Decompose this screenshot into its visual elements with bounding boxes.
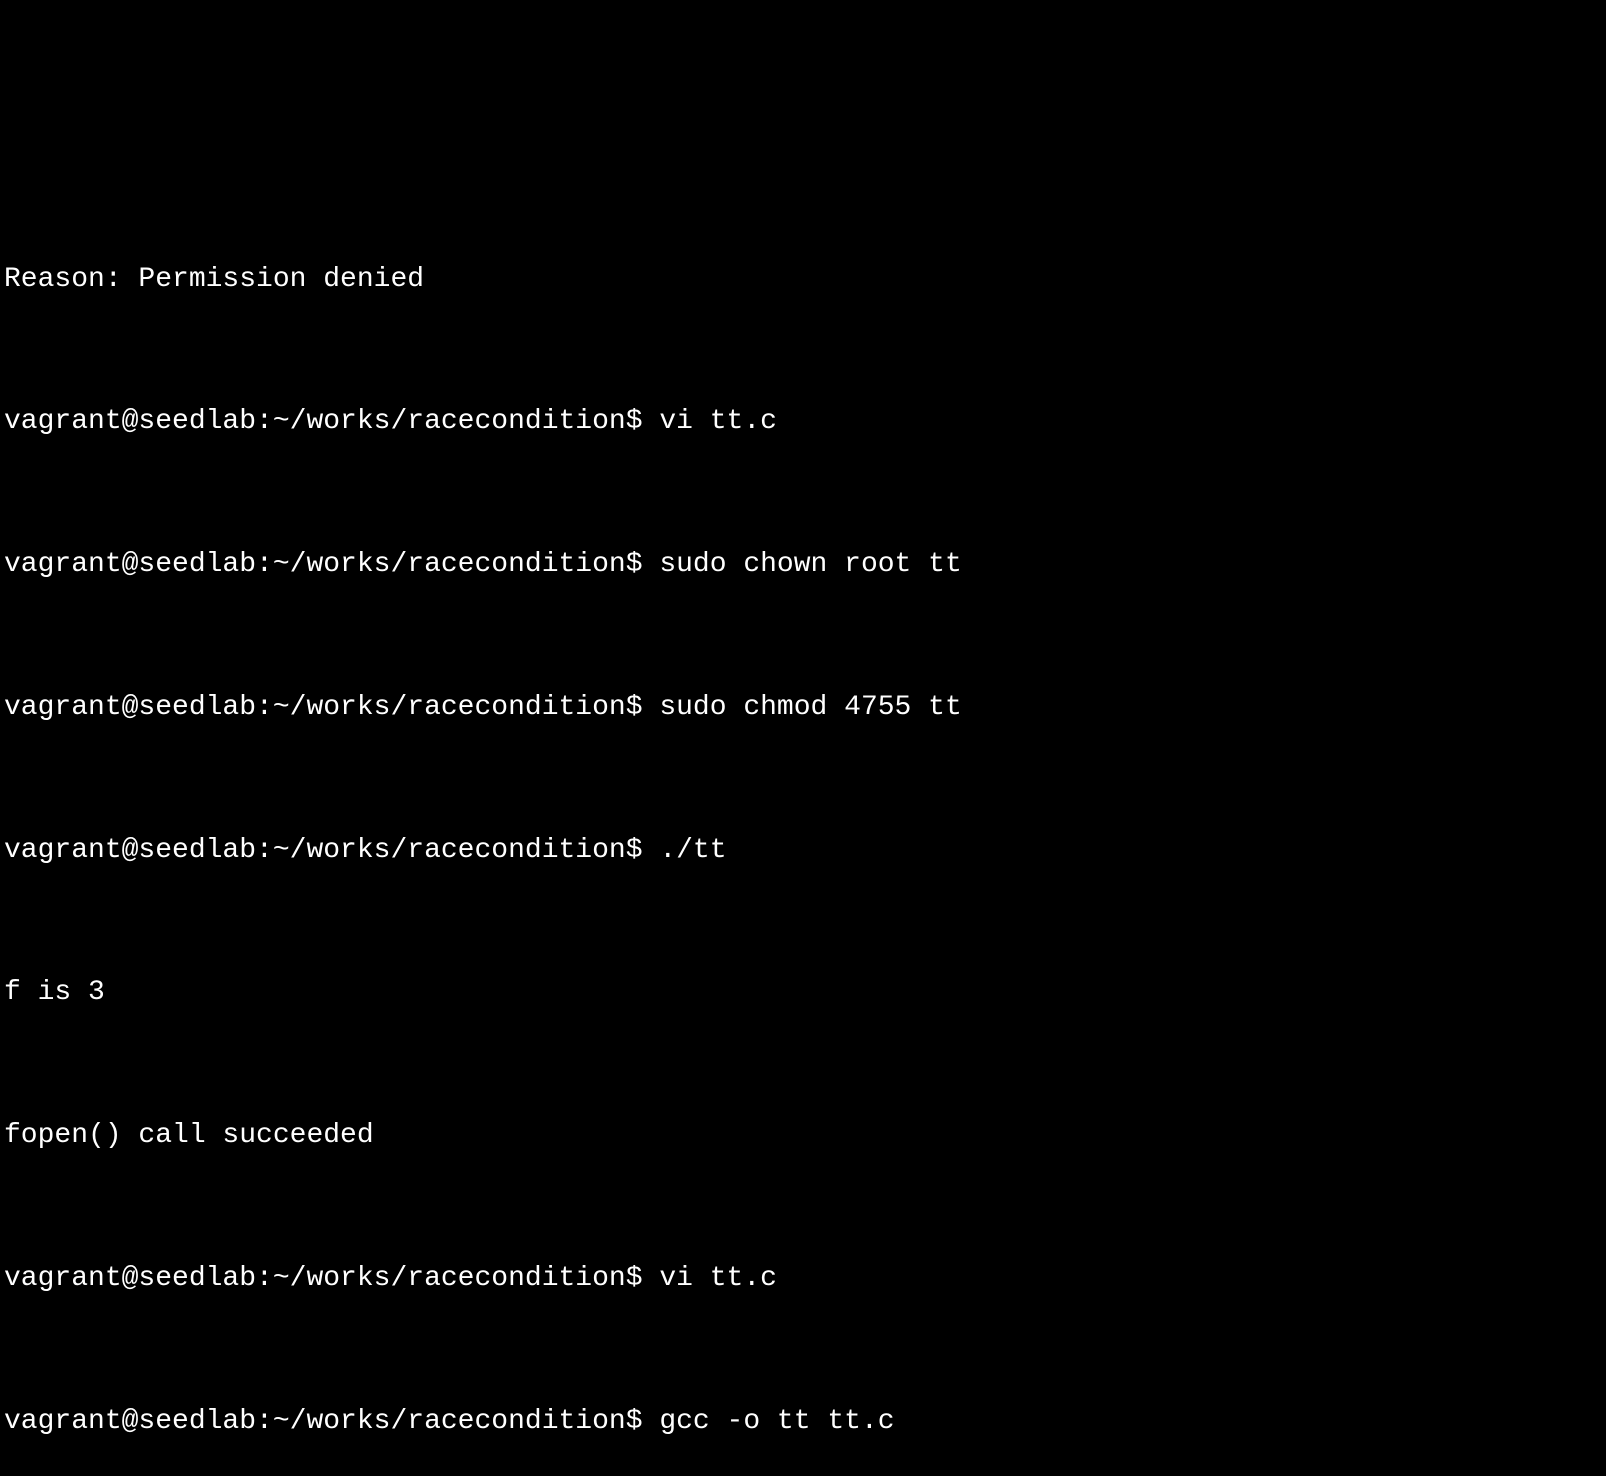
terminal-prompt-line: vagrant@seedlab:~/works/racecondition$ .… — [4, 827, 1602, 875]
shell-command: gcc -o tt tt.c — [659, 1406, 894, 1437]
shell-prompt: vagrant@seedlab:~/works/racecondition$ — [4, 406, 659, 437]
shell-command: ./tt — [659, 835, 726, 866]
terminal-output-line: f is 3 — [4, 969, 1602, 1017]
terminal-prompt-line: vagrant@seedlab:~/works/racecondition$ g… — [4, 1398, 1602, 1446]
terminal-prompt-line: vagrant@seedlab:~/works/racecondition$ v… — [4, 1255, 1602, 1303]
terminal-window[interactable]: Reason: Permission denied vagrant@seedla… — [0, 190, 1606, 1476]
terminal-prompt-line: vagrant@seedlab:~/works/racecondition$ s… — [4, 541, 1602, 589]
shell-command: sudo chown root tt — [659, 549, 961, 580]
shell-command: sudo chmod 4755 tt — [659, 692, 961, 723]
shell-prompt: vagrant@seedlab:~/works/racecondition$ — [4, 1263, 659, 1294]
shell-prompt: vagrant@seedlab:~/works/racecondition$ — [4, 549, 659, 580]
shell-command: vi tt.c — [659, 1263, 777, 1294]
terminal-prompt-line: vagrant@seedlab:~/works/racecondition$ s… — [4, 684, 1602, 732]
shell-prompt: vagrant@seedlab:~/works/racecondition$ — [4, 835, 659, 866]
shell-prompt: vagrant@seedlab:~/works/racecondition$ — [4, 692, 659, 723]
terminal-output-line: fopen() call succeeded — [4, 1112, 1602, 1160]
terminal-prompt-line: vagrant@seedlab:~/works/racecondition$ v… — [4, 398, 1602, 446]
shell-command: vi tt.c — [659, 406, 777, 437]
terminal-output-line: Reason: Permission denied — [4, 256, 1602, 304]
shell-prompt: vagrant@seedlab:~/works/racecondition$ — [4, 1406, 659, 1437]
